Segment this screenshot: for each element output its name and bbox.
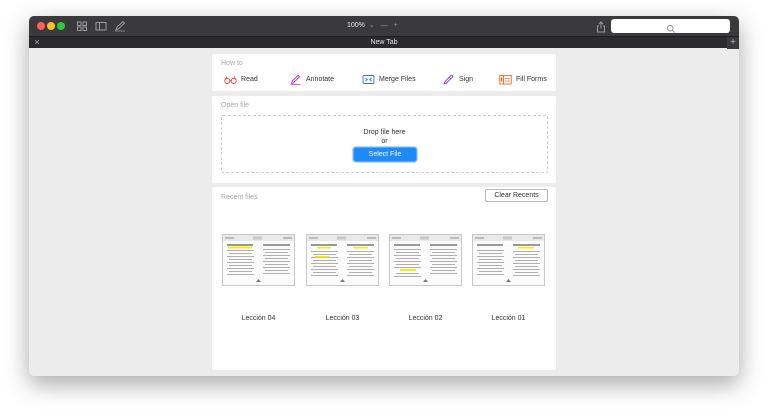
chevron-down-icon[interactable]: ⌄ [369, 22, 375, 29]
signature-icon [443, 73, 454, 85]
recent-file-name[interactable]: Lección 02 [389, 315, 462, 322]
search-icon [666, 21, 676, 33]
how-to-label: How to [221, 60, 243, 67]
zoom-in-button[interactable]: + [394, 22, 398, 29]
glasses-icon [224, 75, 237, 84]
document-preview-image [473, 235, 544, 282]
title-bar: 100% ⌄ — + [29, 16, 739, 36]
how-to-fill-forms-label: Fill Forms [516, 75, 547, 83]
zoom-out-button[interactable]: — [381, 22, 388, 29]
document-preview-image [390, 235, 461, 282]
search-input[interactable] [611, 19, 730, 33]
app-window: 100% ⌄ — + New Tab × + How to Read Annot… [29, 16, 739, 376]
select-file-button[interactable]: Select File [353, 147, 417, 162]
how-to-sign[interactable]: Sign [442, 73, 473, 85]
recent-file-thumbnail[interactable] [389, 234, 462, 286]
recent-file-thumbnail[interactable] [222, 234, 295, 286]
share-icon[interactable] [595, 20, 607, 33]
open-file-card: Open file Drop file here or Select File [212, 96, 556, 183]
tab-new-tab[interactable]: New Tab [29, 37, 739, 49]
close-window-button[interactable] [37, 22, 45, 30]
recent-files-card: Recent files Clear Recents Lección 04 Le… [212, 187, 556, 370]
zoom-level[interactable]: 100% [347, 22, 365, 29]
clear-recents-button[interactable]: Clear Recents [485, 189, 548, 202]
how-to-annotate[interactable]: Annotate [289, 73, 334, 85]
how-to-annotate-label: Annotate [306, 75, 335, 83]
how-to-card: How to Read Annotate Merge Files Sign Fi… [212, 54, 556, 91]
form-icon [499, 74, 512, 84]
drop-file-text: Drop file here [363, 129, 406, 136]
recent-file-thumbnail[interactable] [306, 234, 379, 286]
tab-bar: New Tab × + [29, 36, 739, 49]
zoom-window-button[interactable] [57, 22, 65, 30]
drop-zone[interactable]: Drop file here or Select File [221, 115, 548, 173]
document-preview-image [307, 235, 378, 282]
grid-icon[interactable] [76, 20, 88, 32]
sidebar-icon[interactable] [95, 20, 107, 32]
recent-file-name[interactable]: Lección 03 [306, 315, 379, 322]
new-tab-button[interactable]: + [727, 37, 739, 49]
document-preview-image [223, 235, 294, 282]
how-to-merge-files-label: Merge Files [379, 75, 416, 83]
open-file-label: Open file [221, 102, 250, 109]
recent-files-label: Recent files [221, 194, 258, 201]
recent-file-thumbnail[interactable] [472, 234, 545, 286]
recent-file-name[interactable]: Lección 01 [472, 315, 545, 322]
how-to-sign-label: Sign [459, 75, 474, 83]
how-to-read[interactable]: Read [224, 73, 258, 85]
how-to-read-label: Read [241, 75, 258, 83]
pen-icon[interactable] [114, 20, 126, 32]
zoom-control[interactable]: 100% ⌄ — + [347, 20, 398, 32]
how-to-merge-files[interactable]: Merge Files [362, 73, 416, 85]
or-text: or [381, 138, 388, 145]
merge-icon [362, 74, 375, 84]
recent-file-name[interactable]: Lección 04 [222, 315, 295, 322]
close-tab-icon[interactable]: × [33, 37, 41, 49]
pen-icon [290, 74, 301, 85]
how-to-fill-forms[interactable]: Fill Forms [499, 73, 547, 85]
minimize-window-button[interactable] [47, 22, 55, 30]
